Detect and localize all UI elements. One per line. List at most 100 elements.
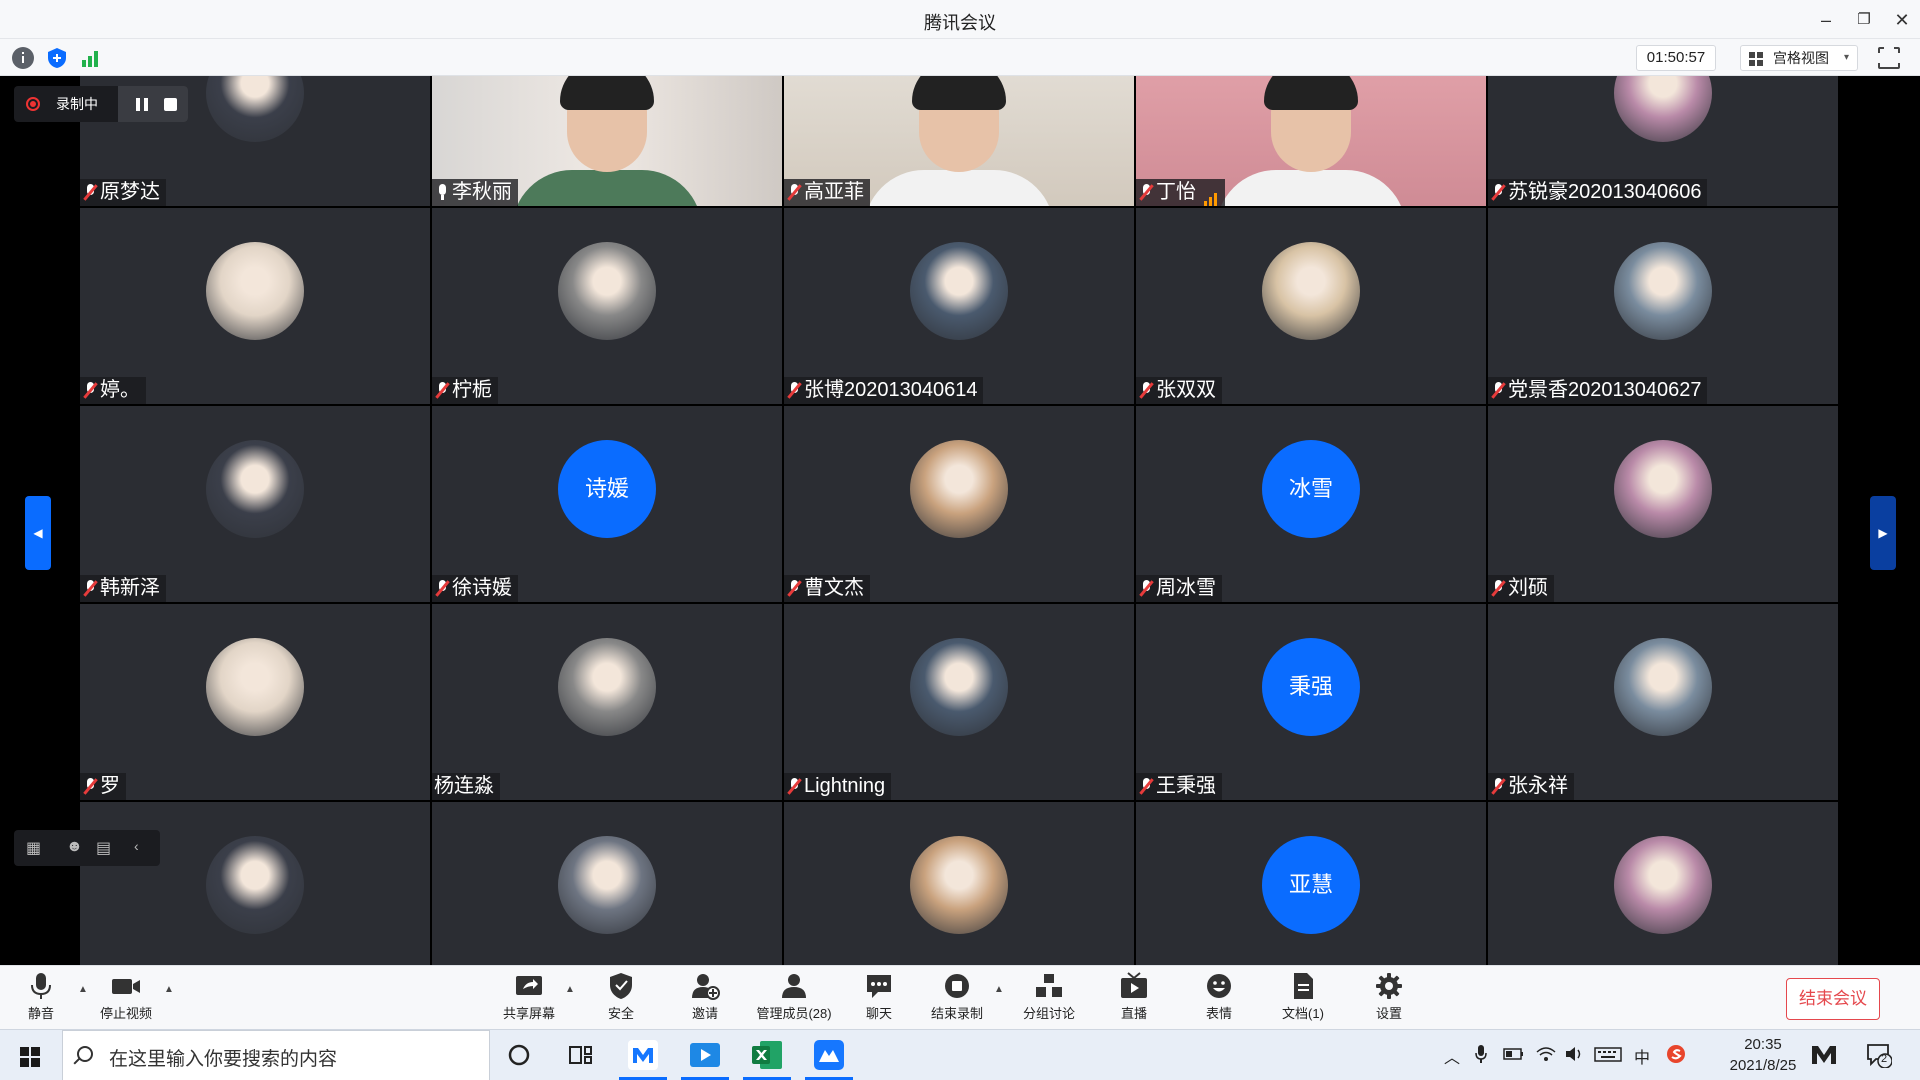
security-shield-icon[interactable] [46,47,68,69]
meeting-app-icon[interactable] [812,1038,846,1072]
emoji-icon[interactable]: ☻ [66,838,83,856]
participant-tile[interactable]: 张双双 [1136,208,1486,404]
system-clock[interactable]: 20:35 2021/8/25 [1718,1034,1808,1076]
fullscreen-icon[interactable] [1877,46,1901,69]
participant-name-bar: 张博202013040614 [784,377,984,404]
mic-on-icon [436,184,448,200]
chevron-up-icon[interactable]: ︿ [1444,1044,1460,1068]
info-icon[interactable] [12,47,34,69]
excel-app-icon[interactable] [750,1038,784,1072]
participant-name: 丁怡 [1156,181,1196,203]
participant-name: 高亚菲 [804,181,864,203]
previous-page-button[interactable]: ◀ [25,496,51,570]
share-options-caret[interactable]: ▲ [565,984,575,995]
avatar [206,836,304,934]
participant-tile[interactable]: Lightning [784,604,1134,800]
participant-tile[interactable]: 李秋丽 [432,76,782,206]
stop-video-button[interactable]: 停止视频 [81,972,171,1028]
avatar [1262,242,1360,340]
video-options-caret[interactable]: ▲ [164,984,174,995]
invite-label: 邀请 [691,1006,718,1021]
close-button[interactable]: ✕ [1890,8,1914,32]
participant-tile[interactable]: 高亚菲 [784,76,1134,206]
participant-tile[interactable]: 冰雪 周冰雪 [1136,406,1486,602]
participant-tile[interactable] [1488,802,1838,965]
participant-tile[interactable]: 婷。 [80,208,430,404]
documents-button[interactable]: 文档(1) [1258,972,1348,1028]
avatar [910,242,1008,340]
collapse-icon[interactable]: ‹ [134,838,139,854]
next-page-button[interactable]: ▶ [1870,496,1896,570]
battery-icon[interactable] [1503,1044,1525,1069]
participant-name-bar: 柠栀 [432,377,498,404]
live-stream-icon [1119,972,1149,1000]
restore-button[interactable]: ❐ [1852,8,1876,32]
end-meeting-button[interactable]: 结束会议 [1786,978,1880,1020]
participant-tile[interactable]: 诗媛 徐诗媛 [432,406,782,602]
participant-name-bar: 曹文杰 [784,575,870,602]
participant-tile[interactable]: 韩新泽 [80,406,430,602]
network-signal-icon[interactable] [80,47,102,69]
participant-name-bar: 刘硕 [1488,575,1554,602]
participant-tile[interactable] [784,802,1134,965]
mic-muted-icon [1491,184,1506,201]
microphone-tray-icon[interactable] [1474,1044,1488,1069]
invite-button[interactable]: 邀请 [660,972,750,1028]
participant-name-bar: 罗 [80,773,126,800]
participant-tile[interactable]: 秉强 王秉强 [1136,604,1486,800]
mic-muted-icon [83,382,98,399]
task-view-icon[interactable] [564,1038,598,1072]
participant-tile[interactable] [80,802,430,965]
cortana-icon[interactable] [502,1038,536,1072]
tencent-meeting-tray-icon[interactable] [1810,1040,1838,1073]
participant-tile[interactable]: 丁怡 [1136,76,1486,206]
tencent-meeting-app-icon[interactable] [626,1038,660,1072]
grid-view-button[interactable]: 宫格视图 ▾ [1740,45,1858,71]
layout-icon[interactable]: ▦ [26,838,41,858]
invite-user-icon [690,972,720,1000]
reactions-button[interactable]: 表情 [1174,972,1264,1028]
settings-button[interactable]: 设置 [1344,972,1434,1028]
mute-button[interactable]: 静音 [0,972,86,1028]
participant-tile[interactable]: 张博202013040614 [784,208,1134,404]
mic-muted-icon [1491,778,1506,795]
participant-tile[interactable]: 罗 [80,604,430,800]
avatar [1614,638,1712,736]
taskbar-search[interactable]: 在这里输入你要搜索的内容 [62,1030,490,1080]
manage-members-button[interactable]: 管理成员(28) [749,972,839,1028]
wifi-icon[interactable] [1535,1044,1557,1069]
security-button[interactable]: 安全 [576,972,666,1028]
volume-icon[interactable] [1564,1044,1586,1069]
windows-taskbar: 在这里输入你要搜索的内容 ︿ 中 20:35 2021/8/25 2 [0,1029,1920,1080]
live-stream-button[interactable]: 直播 [1089,972,1179,1028]
sogou-ime-icon[interactable] [1666,1044,1686,1069]
tencent-meeting-window: 腾讯会议 – ❐ ✕ 01:50:57 宫格视图 ▾ 原梦达 李秋丽 高亚菲 丁怡 苏锐… [0,0,1920,1080]
microphone-icon [26,972,56,1000]
mic-muted-icon [787,184,802,201]
video-player-app-icon[interactable] [688,1038,722,1072]
security-shield-icon [606,972,636,1000]
participant-tile[interactable]: 张永祥 [1488,604,1838,800]
participant-tile[interactable] [432,802,782,965]
participant-tile[interactable]: 苏锐豪202013040606 [1488,76,1838,206]
participant-tile[interactable]: 杨连淼 [432,604,782,800]
share-screen-button[interactable]: 共享屏幕 [484,972,574,1028]
participant-tile[interactable]: 党景香202013040627 [1488,208,1838,404]
keyboard-icon[interactable] [1594,1044,1622,1069]
chat-button[interactable]: 聊天 [834,972,924,1028]
minimize-button[interactable]: – [1814,8,1838,32]
stop-recording-button[interactable] [164,98,177,111]
avatar [1614,242,1712,340]
ime-indicator[interactable]: 中 [1634,1044,1650,1068]
breakout-rooms-button[interactable]: 分组讨论 [1004,972,1094,1028]
participant-tile[interactable]: 柠栀 [432,208,782,404]
participant-tile[interactable]: 亚慧 [1136,802,1486,965]
mic-muted-icon [1139,382,1154,399]
end-recording-button[interactable]: 结束录制 [912,972,1002,1028]
notification-center-icon[interactable]: 2 [1866,1042,1893,1069]
windows-start-icon[interactable] [20,1047,40,1067]
recording-options-caret[interactable]: ▲ [994,984,1004,995]
message-icon[interactable]: ▤ [96,838,111,858]
participant-tile[interactable]: 曹文杰 [784,406,1134,602]
participant-tile[interactable]: 刘硕 [1488,406,1838,602]
